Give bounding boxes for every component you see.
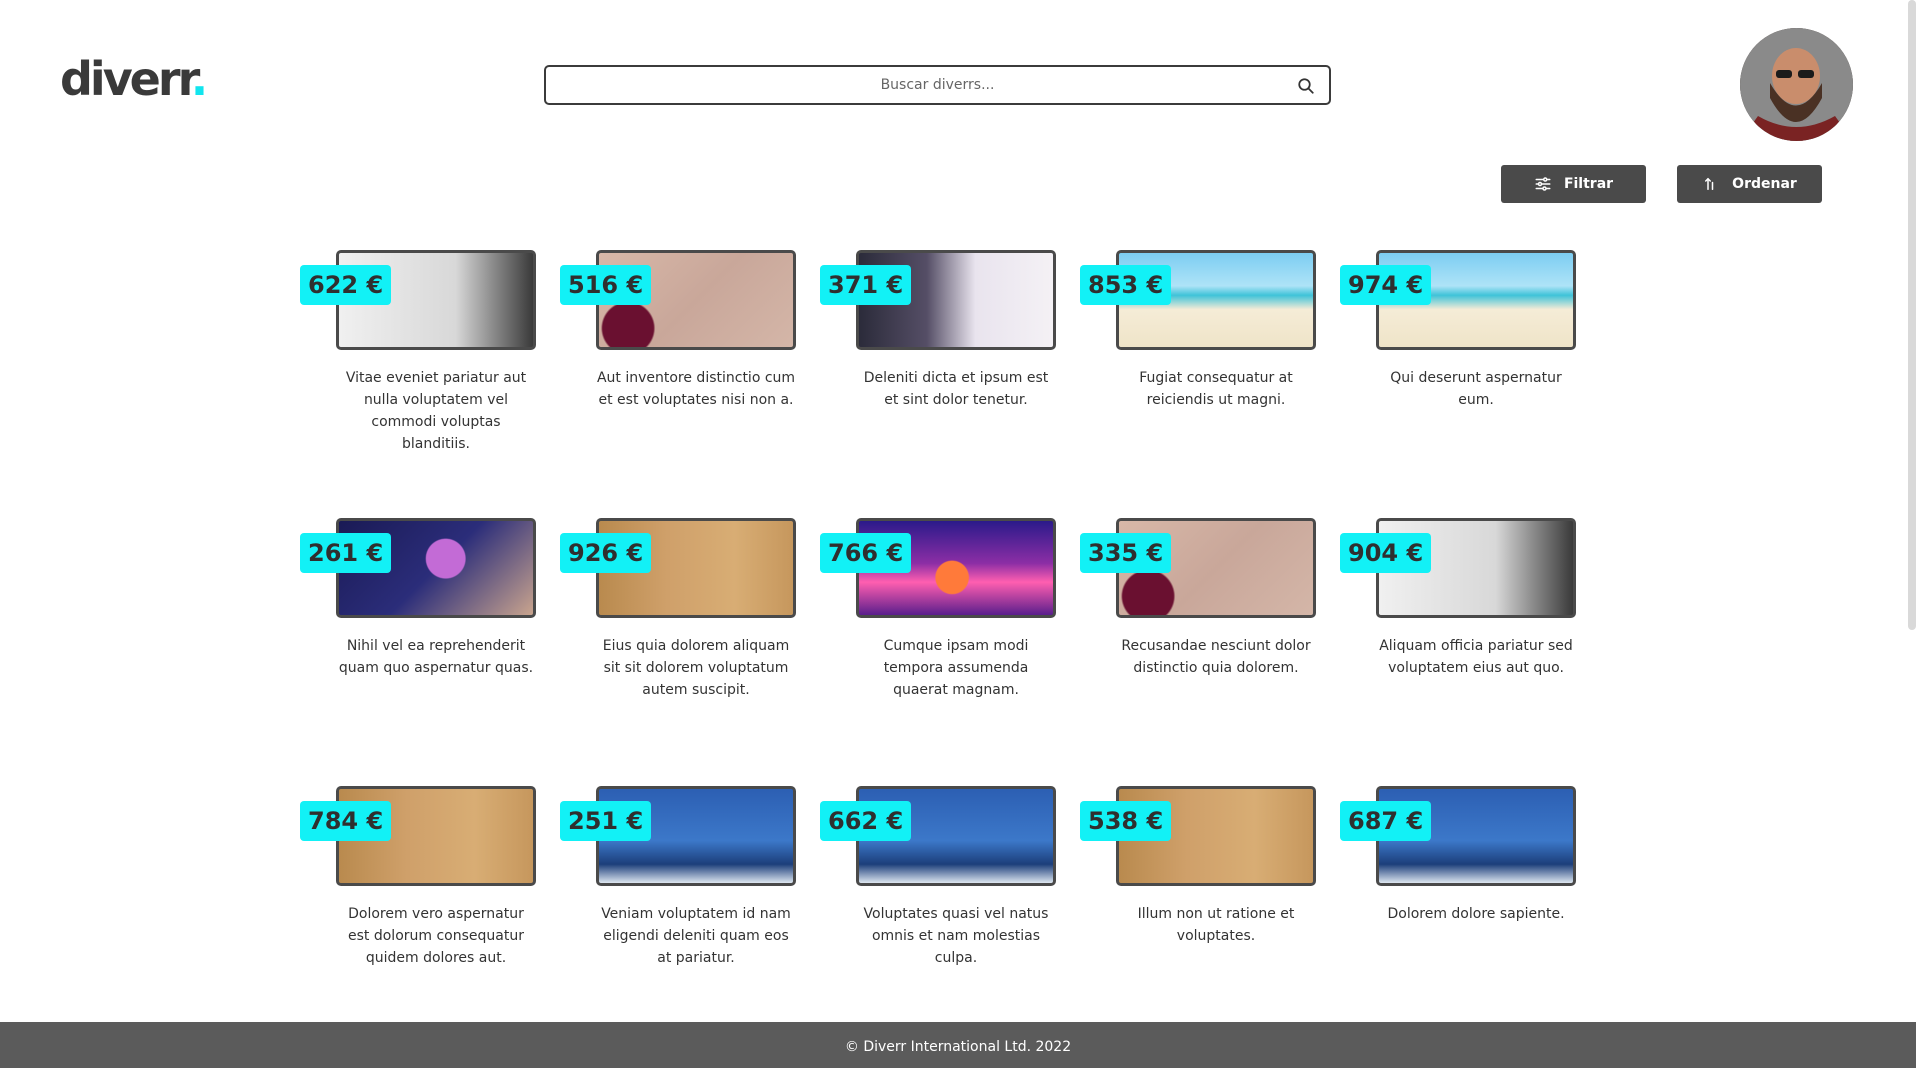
sort-icon (1705, 177, 1714, 190)
sliders-icon (1535, 177, 1551, 191)
avatar-image (1740, 28, 1853, 141)
card-description[interactable]: Deleniti dicta et ipsum est et sint dolo… (856, 367, 1056, 411)
price-badge: 335 € (1080, 533, 1172, 573)
logo-dot: . (190, 52, 209, 106)
price-badge: 261 € (300, 533, 392, 573)
card-description[interactable]: Eius quia dolorem aliquam sit sit dolore… (596, 635, 796, 701)
order-button-label: Ordenar (1732, 176, 1797, 192)
card-description[interactable]: Aliquam officia pariatur sed voluptatem … (1376, 635, 1576, 679)
card-description[interactable]: Dolorem dolore sapiente. (1376, 903, 1576, 925)
card-description[interactable]: Dolorem vero aspernatur est dolorum cons… (336, 903, 536, 969)
price-badge: 251 € (560, 801, 652, 841)
price-badge: 371 € (820, 265, 912, 305)
card-description[interactable]: Illum non ut ratione et voluptates. (1116, 903, 1316, 947)
price-badge: 622 € (300, 265, 392, 305)
order-button[interactable]: Ordenar (1677, 165, 1822, 203)
price-badge: 784 € (300, 801, 392, 841)
card-description[interactable]: Vitae eveniet pariatur aut nulla volupta… (336, 367, 536, 455)
search-icon[interactable] (1297, 77, 1315, 95)
card-description[interactable]: Veniam voluptatem id nam eligendi deleni… (596, 903, 796, 969)
card-description[interactable]: Recusandae nesciunt dolor distinctio qui… (1116, 635, 1316, 679)
price-badge: 904 € (1340, 533, 1432, 573)
price-badge: 974 € (1340, 265, 1432, 305)
search-input[interactable] (546, 67, 1329, 103)
card-description[interactable]: Cumque ipsam modi tempora assumenda quae… (856, 635, 1056, 701)
filter-button-label: Filtrar (1563, 176, 1614, 192)
card-description[interactable]: Nihil vel ea reprehenderit quam quo aspe… (336, 635, 536, 679)
price-badge: 766 € (820, 533, 912, 573)
search-bar (544, 65, 1331, 105)
price-badge: 853 € (1080, 265, 1172, 305)
header: diverr. Filtrar Ordenar (0, 0, 1916, 203)
price-badge: 687 € (1340, 801, 1432, 841)
price-badge: 926 € (560, 533, 652, 573)
logo[interactable]: diverr. (60, 52, 209, 106)
card-description[interactable]: Fugiat consequatur at reiciendis ut magn… (1116, 367, 1316, 411)
filter-button[interactable]: Filtrar (1501, 165, 1646, 203)
price-badge: 662 € (820, 801, 912, 841)
price-badge: 516 € (560, 265, 652, 305)
avatar[interactable] (1740, 28, 1853, 141)
footer: © Diverr International Ltd. 2022 (0, 1022, 1916, 1068)
card-description[interactable]: Qui deserunt aspernatur eum. (1376, 367, 1576, 411)
logo-text: diverr (60, 52, 194, 106)
card-description[interactable]: Voluptates quasi vel natus omnis et nam … (856, 903, 1056, 969)
scrollbar[interactable] (1908, 0, 1916, 630)
footer-copyright: © Diverr International Ltd. 2022 (844, 1039, 1072, 1055)
price-badge: 538 € (1080, 801, 1172, 841)
card-description[interactable]: Aut inventore distinctio cum et est volu… (596, 367, 796, 411)
